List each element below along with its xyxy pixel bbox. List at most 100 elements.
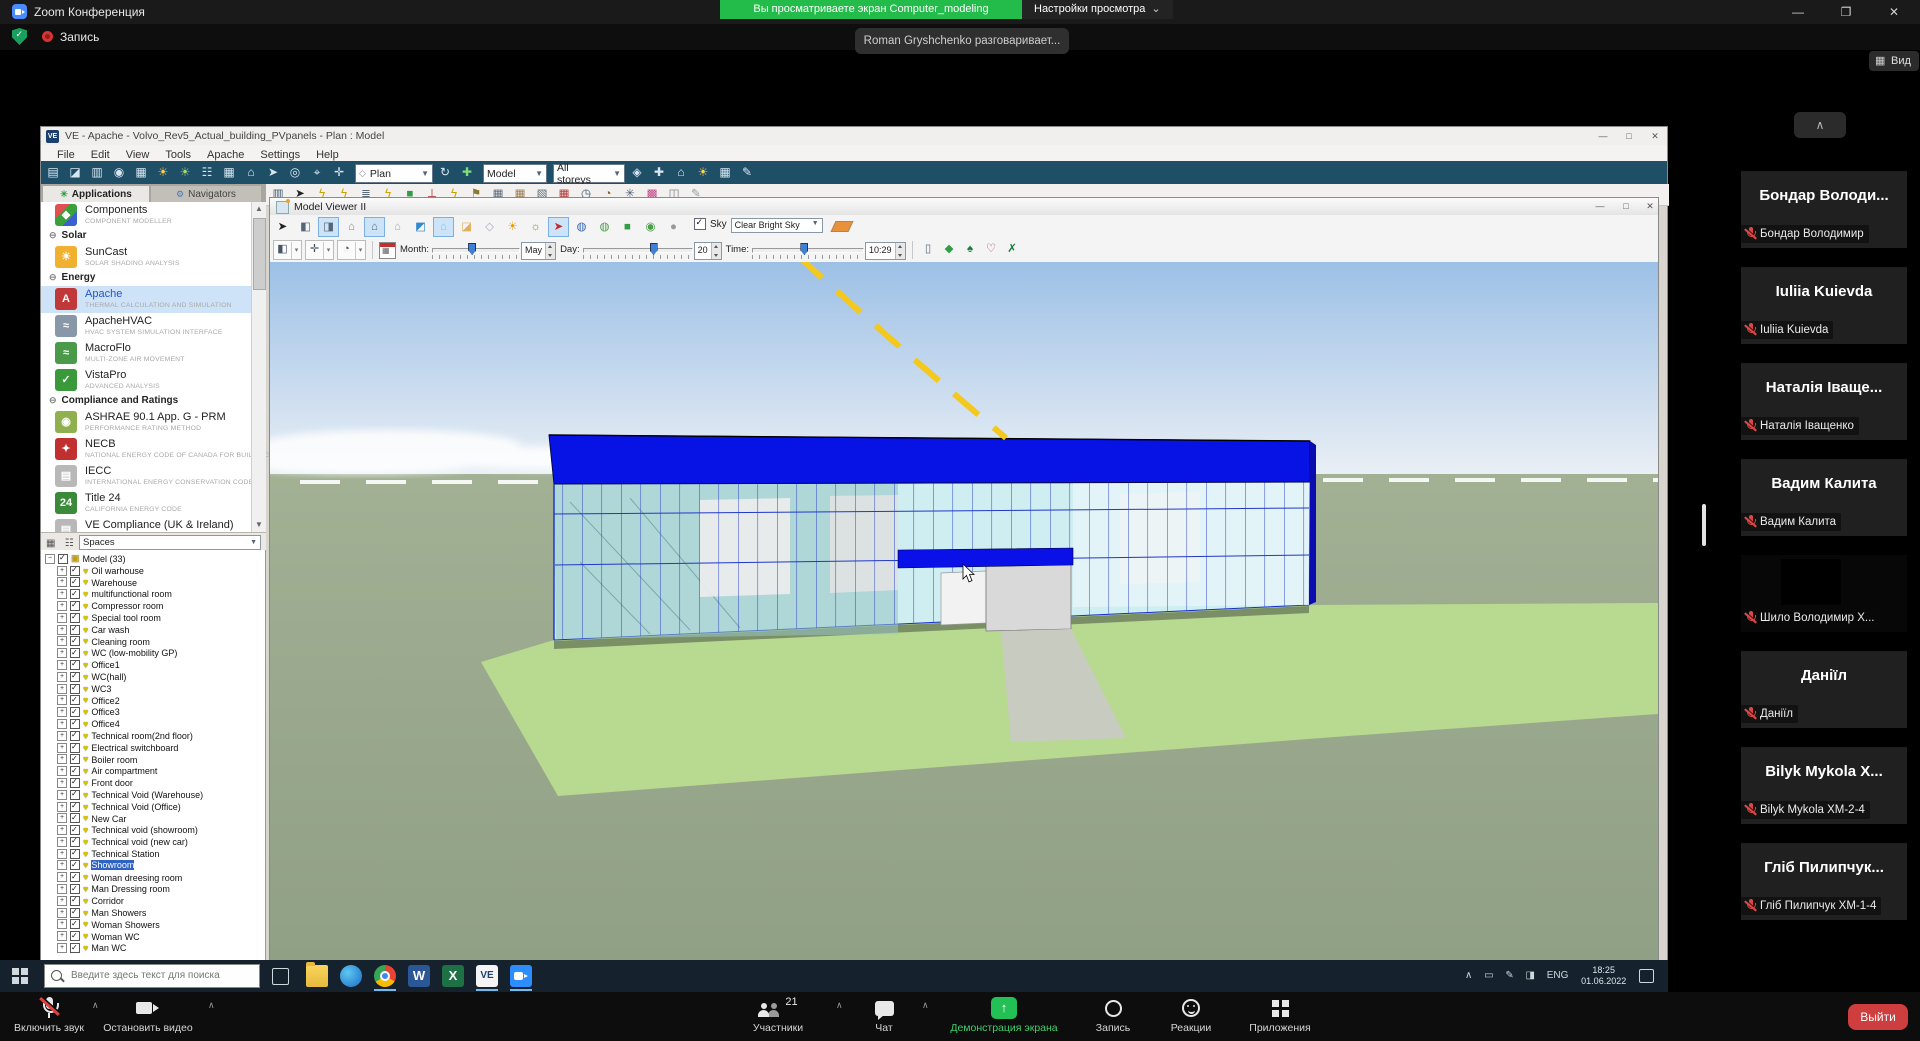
tree-row[interactable]: +♥Compressor room xyxy=(57,597,265,609)
tree-row[interactable]: +♥Man WC xyxy=(57,939,265,951)
viewer-close-button[interactable]: ✕ xyxy=(1640,200,1660,213)
collapse-panel-button[interactable]: ∧ xyxy=(1794,112,1846,138)
section-header[interactable]: Compliance and Ratings xyxy=(41,394,265,409)
tree-row[interactable]: +♥WC(hall) xyxy=(57,668,265,680)
application-item[interactable]: ☀ SunCast SOLAR SHADING ANALYSIS xyxy=(41,244,265,271)
participant-tile[interactable]: Шило Володимир Х... xyxy=(1741,555,1907,632)
heart-icon[interactable]: ♡ xyxy=(982,240,1001,258)
tree-row[interactable]: +♥Technical room(2nd floor) xyxy=(57,727,265,739)
tree-row[interactable]: +♥Woman dreesing room xyxy=(57,869,265,881)
sun-analysis-icon[interactable]: ☀ xyxy=(175,163,195,182)
sun-small-icon[interactable]: ☀ xyxy=(693,163,713,182)
reactions-button[interactable]: Реакции xyxy=(1158,995,1224,1034)
leave-button[interactable]: Выйти xyxy=(1848,1004,1908,1030)
globe-icon[interactable]: ◍ xyxy=(571,217,592,237)
participant-tile[interactable]: Даніїл Даніїл xyxy=(1741,651,1907,728)
ve-title-bar[interactable]: VE VE - Apache - Volvo_Rev5_Actual_build… xyxy=(41,127,1667,145)
participant-tile[interactable]: Наталія Іваще... Наталія Іващенко xyxy=(1741,363,1907,440)
tree-row[interactable]: +♥multifunctional room xyxy=(57,585,265,597)
chat-chevron[interactable]: ∧ xyxy=(922,1000,929,1011)
close-button[interactable]: ✕ xyxy=(1872,0,1916,24)
tree-row[interactable]: +♥Showroom xyxy=(57,857,265,869)
tree-row[interactable]: +♥New Car xyxy=(57,810,265,822)
zoom-window-icon[interactable]: ⌖ xyxy=(307,163,327,182)
expand-icon[interactable]: + xyxy=(57,943,67,953)
green-cube-icon[interactable]: ■ xyxy=(617,217,638,237)
application-item[interactable]: ◉ ASHRAE 90.1 App. G - PRM PERFORMANCE R… xyxy=(41,409,265,436)
tree-row[interactable]: +♥WC (low-mobility GP) xyxy=(57,644,265,656)
sun-icon[interactable]: ☀ xyxy=(502,217,523,237)
ve-taskbar-icon[interactable]: VE xyxy=(476,965,498,987)
file-explorer-icon[interactable] xyxy=(306,965,328,987)
chat-button[interactable]: Чат xyxy=(854,995,914,1034)
video-options-chevron[interactable]: ∧ xyxy=(208,1000,215,1011)
shaded-roof-icon[interactable]: ⌂ xyxy=(433,217,454,237)
sky-select[interactable]: Clear Bright Sky▼ xyxy=(731,218,823,233)
plus-icon[interactable]: ✚ xyxy=(649,163,669,182)
time-slider[interactable] xyxy=(752,242,862,258)
cylinder-icon[interactable]: ▯ xyxy=(919,240,938,258)
scroll-thumb[interactable] xyxy=(253,218,266,290)
participants-chevron[interactable]: ∧ xyxy=(836,1000,843,1011)
tree-row[interactable]: +♥Woman Showers xyxy=(57,916,265,928)
checkbox[interactable] xyxy=(70,943,80,953)
slider-thumb[interactable] xyxy=(468,243,476,255)
people-icon[interactable]: ☷ xyxy=(197,163,217,182)
language-indicator[interactable]: ENG xyxy=(1547,960,1569,992)
spin-up-icon[interactable] xyxy=(896,243,905,251)
ve-close-button[interactable]: ✕ xyxy=(1645,130,1665,143)
application-item[interactable]: ✦ NECB NATIONAL ENERGY CODE OF CANADA FO… xyxy=(41,436,265,463)
day-slider[interactable] xyxy=(583,242,691,258)
tree-row[interactable]: +♥Oil warhouse xyxy=(57,562,265,574)
participant-tile[interactable]: Bilyk Mykola X... Bilyk Mykola XM-2-4 xyxy=(1741,747,1907,824)
view-options-button[interactable]: Настройки просмотра xyxy=(1022,0,1173,19)
north-arrow-icon[interactable]: ➤ xyxy=(548,217,569,237)
month-slider[interactable] xyxy=(432,242,518,258)
tab-applications[interactable]: ✳Applications xyxy=(43,186,149,202)
viewer-minimize-button[interactable]: — xyxy=(1590,200,1610,213)
gallery-view-button[interactable]: Вид xyxy=(1869,51,1919,71)
people-icon[interactable]: ☷ xyxy=(65,538,74,549)
tree-row[interactable]: +♥Technical Station xyxy=(57,845,265,857)
sun-position-icon[interactable]: ☀ xyxy=(153,163,173,182)
application-item[interactable]: ≈ MacroFlo MULTI-ZONE AIR MOVEMENT xyxy=(41,340,265,367)
minimize-button[interactable]: — xyxy=(1776,0,1820,24)
model-db-icon[interactable]: ◉ xyxy=(109,163,129,182)
tree-row[interactable]: +♥Office2 xyxy=(57,692,265,704)
apps-button[interactable]: Приложения xyxy=(1238,995,1322,1034)
tree-row[interactable]: +♥Warehouse xyxy=(57,574,265,586)
volume-icon[interactable]: ◨ xyxy=(1525,960,1534,992)
zoom-taskbar-icon[interactable] xyxy=(510,965,532,987)
participants-button[interactable]: 21 Участники xyxy=(738,995,818,1034)
eraser-icon[interactable] xyxy=(830,221,853,232)
share-screen-button[interactable]: ↑ Демонстрация экрана xyxy=(940,995,1068,1034)
walk-icon[interactable]: ✗ xyxy=(1003,240,1022,258)
building-icon[interactable]: ⌂ xyxy=(241,163,261,182)
pin-icon[interactable]: ◈ xyxy=(627,163,647,182)
application-item[interactable]: ≈ ApacheHVAC HVAC SYSTEM SIMULATION INTE… xyxy=(41,313,265,340)
tree-row[interactable]: +♥Technical void (new car) xyxy=(57,833,265,845)
section-header[interactable]: Solar xyxy=(41,229,265,244)
scroll-up-icon[interactable]: ▲ xyxy=(252,202,266,216)
application-item[interactable]: 24 Title 24 CALIFORNIA ENERGY CODE xyxy=(41,490,265,517)
scroll-down-icon[interactable]: ▼ xyxy=(252,518,266,532)
tree-row[interactable]: +♥Car wash xyxy=(57,621,265,633)
tree-row[interactable]: +♥Technical Void (Office) xyxy=(57,798,265,810)
pen-icon[interactable]: ✎ xyxy=(1505,960,1513,992)
tree-row[interactable]: +♥Office1 xyxy=(57,656,265,668)
application-item[interactable]: ◆ Components COMPONENT MODELLER xyxy=(41,202,265,229)
cell-icon[interactable]: ◉ xyxy=(640,217,661,237)
sky-checkbox[interactable] xyxy=(694,218,706,230)
applications-scrollbar[interactable]: ▲ ▼ xyxy=(251,202,266,532)
tree-row[interactable]: +♥Technical void (showroom) xyxy=(57,821,265,833)
restore-button[interactable]: ❐ xyxy=(1824,0,1868,24)
new-icon[interactable]: ▤ xyxy=(43,163,63,182)
unmute-button[interactable]: Включить звук xyxy=(10,995,88,1034)
start-button[interactable] xyxy=(12,968,28,984)
tree-row[interactable]: +♥Man Showers xyxy=(57,904,265,916)
display-mode-select[interactable]: Model▼ xyxy=(483,164,547,183)
paste-view-icon[interactable]: ◨ xyxy=(318,217,339,237)
tree-row[interactable]: +♥Special tool room xyxy=(57,609,265,621)
view-cube-icon[interactable]: ◧▾ xyxy=(273,240,302,260)
section-header[interactable]: Energy xyxy=(41,271,265,286)
